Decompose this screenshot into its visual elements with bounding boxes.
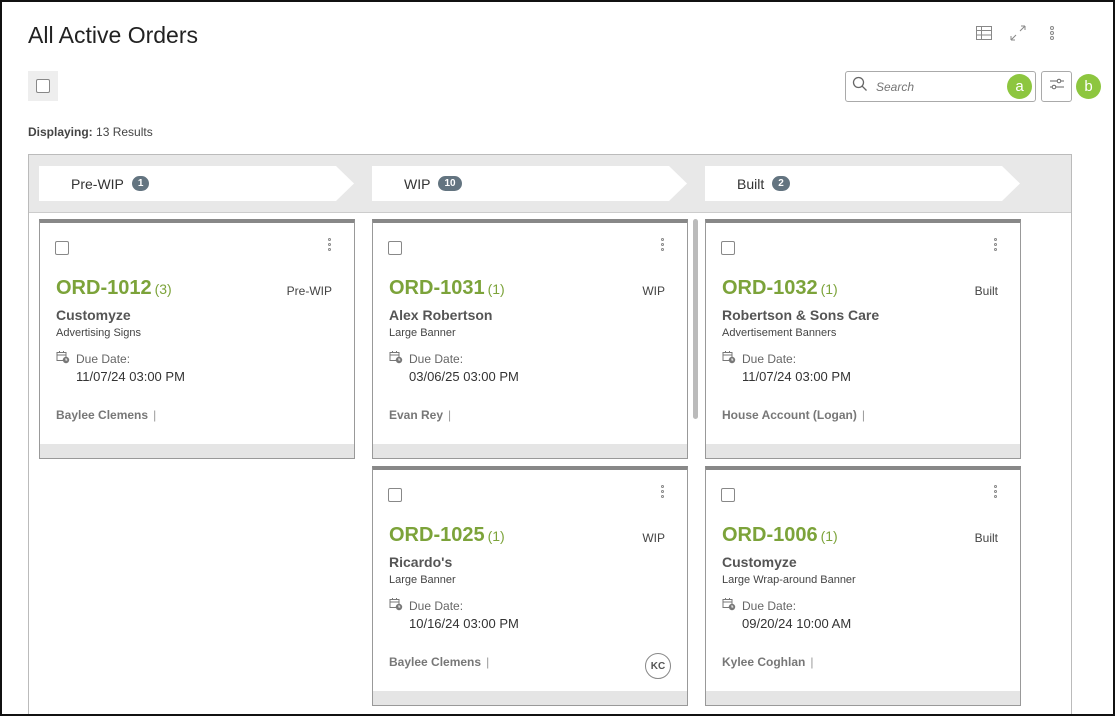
customer-name: Ricardo's xyxy=(389,554,453,570)
order-quantity: (3) xyxy=(154,281,172,297)
customer-name: Customyze xyxy=(56,307,131,323)
annotation-badge-a: a xyxy=(1007,74,1032,99)
order-card[interactable]: ORD-1031 (1) WIP Alex Robertson Large Ban… xyxy=(372,219,688,459)
assignee-name: Baylee Clemens | xyxy=(389,655,490,669)
avatar[interactable]: KC xyxy=(645,653,671,679)
search-input[interactable] xyxy=(876,79,994,94)
card-footer xyxy=(706,691,1020,705)
order-card[interactable]: ORD-1025 (1) WIP Ricardo's Large Banner D… xyxy=(372,466,688,706)
product-name: Large Banner xyxy=(389,574,456,586)
order-quantity: (1) xyxy=(820,281,838,297)
kanban-board: Pre-WIP 1 WIP 10 Built 2 ORD-1012 (3) Pre… xyxy=(28,154,1072,714)
due-date-label: Due Date: xyxy=(56,350,130,367)
stage-name: Built xyxy=(737,175,765,192)
calendar-clock-icon xyxy=(722,597,736,614)
page-title: All Active Orders xyxy=(28,22,198,48)
order-stage: WIP xyxy=(642,531,665,545)
card-checkbox[interactable] xyxy=(721,488,735,502)
order-stage: Pre-WIP xyxy=(286,284,332,298)
order-id-link[interactable]: ORD-1025 (1) xyxy=(389,524,505,547)
displaying-label: Displaying: xyxy=(28,125,93,139)
stage-count-badge: 1 xyxy=(132,176,150,191)
filter-sliders-icon xyxy=(1049,77,1065,96)
customer-name: Alex Robertson xyxy=(389,307,493,323)
due-date-value: 11/07/24 03:00 PM xyxy=(76,369,185,384)
calendar-clock-icon xyxy=(722,350,736,367)
product-name: Large Banner xyxy=(389,327,456,339)
stage-built[interactable]: Built 2 xyxy=(705,166,1020,201)
table-view-icon[interactable] xyxy=(967,22,1001,44)
order-card[interactable]: ORD-1012 (3) Pre-WIP Customyze Advertisin… xyxy=(39,219,355,459)
due-date-value: 09/20/24 10:00 AM xyxy=(742,616,852,631)
customer-name: Customyze xyxy=(722,554,797,570)
order-quantity: (1) xyxy=(487,281,505,297)
stage-wip[interactable]: WIP 10 xyxy=(372,166,687,201)
due-date-label: Due Date: xyxy=(722,350,796,367)
annotation-badge-b: b xyxy=(1076,74,1101,99)
card-footer xyxy=(706,444,1020,458)
calendar-clock-icon xyxy=(389,597,403,614)
card-footer xyxy=(40,444,354,458)
due-date-label: Due Date: xyxy=(722,597,796,614)
stage-name: WIP xyxy=(404,175,431,192)
card-menu-icon[interactable] xyxy=(992,238,998,251)
top-toolbar xyxy=(967,22,1069,44)
product-name: Advertising Signs xyxy=(56,327,141,339)
select-all-checkbox[interactable] xyxy=(28,71,58,101)
more-vertical-icon[interactable] xyxy=(1035,22,1069,44)
stage-header: Pre-WIP 1 WIP 10 Built 2 xyxy=(29,155,1071,213)
search-icon xyxy=(852,76,868,97)
order-card[interactable]: ORD-1032 (1) Built Robertson & Sons Care … xyxy=(705,219,1021,459)
stage-pre-wip[interactable]: Pre-WIP 1 xyxy=(39,166,354,201)
stage-count-badge: 2 xyxy=(772,176,790,191)
card-footer xyxy=(373,444,687,458)
wip-column-scrollbar[interactable] xyxy=(693,219,698,419)
due-date-value: 10/16/24 03:00 PM xyxy=(409,616,519,631)
results-count: 13 Results xyxy=(96,125,153,139)
card-menu-icon[interactable] xyxy=(659,485,665,498)
due-date-label: Due Date: xyxy=(389,350,463,367)
product-name: Large Wrap-around Banner xyxy=(722,574,856,586)
card-checkbox[interactable] xyxy=(388,488,402,502)
stage-count-badge: 10 xyxy=(438,176,461,191)
due-date-label: Due Date: xyxy=(389,597,463,614)
checkbox[interactable] xyxy=(36,79,50,93)
order-quantity: (1) xyxy=(487,528,505,544)
card-footer xyxy=(373,691,687,705)
assignee-name: Evan Rey | xyxy=(389,408,452,422)
stage-name: Pre-WIP xyxy=(71,175,124,192)
order-stage: WIP xyxy=(642,284,665,298)
order-stage: Built xyxy=(974,284,998,298)
card-checkbox[interactable] xyxy=(55,241,69,255)
customer-name: Robertson & Sons Care xyxy=(722,307,880,323)
results-summary: Displaying: 13 Results xyxy=(28,125,153,139)
expand-icon[interactable] xyxy=(1001,22,1035,44)
filter-button[interactable] xyxy=(1041,71,1072,102)
calendar-clock-icon xyxy=(389,350,403,367)
order-id-link[interactable]: ORD-1006 (1) xyxy=(722,524,838,547)
due-date-value: 11/07/24 03:00 PM xyxy=(742,369,851,384)
search-box[interactable]: a xyxy=(845,71,1036,102)
card-menu-icon[interactable] xyxy=(992,485,998,498)
due-date-value: 03/06/25 03:00 PM xyxy=(409,369,519,384)
calendar-clock-icon xyxy=(56,350,70,367)
card-checkbox[interactable] xyxy=(388,241,402,255)
card-menu-icon[interactable] xyxy=(659,238,665,251)
assignee-name: Baylee Clemens | xyxy=(56,408,157,422)
order-card[interactable]: ORD-1006 (1) Built Customyze Large Wrap-a… xyxy=(705,466,1021,706)
app-frame: All Active Orders a b Displaying: 13 Res… xyxy=(0,0,1115,716)
assignee-name: House Account (Logan) | xyxy=(722,408,866,422)
card-checkbox[interactable] xyxy=(721,241,735,255)
assignee-name: Kylee Coghlan | xyxy=(722,655,814,669)
order-quantity: (1) xyxy=(820,528,838,544)
order-id-link[interactable]: ORD-1032 (1) xyxy=(722,277,838,300)
order-id-link[interactable]: ORD-1031 (1) xyxy=(389,277,505,300)
card-menu-icon[interactable] xyxy=(326,238,332,251)
order-id-link[interactable]: ORD-1012 (3) xyxy=(56,277,172,300)
order-stage: Built xyxy=(974,531,998,545)
product-name: Advertisement Banners xyxy=(722,327,837,339)
